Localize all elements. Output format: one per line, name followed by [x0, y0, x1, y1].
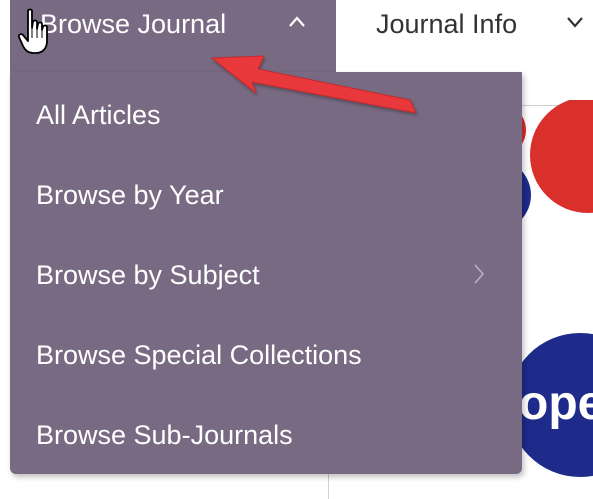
- menu-item-label: Browse by Subject: [36, 260, 260, 290]
- nav-journal-info[interactable]: Journal Info: [336, 0, 593, 76]
- partial-logo-text: ope: [519, 377, 593, 430]
- nav-journal-info-label: Journal Info: [376, 9, 518, 39]
- menu-item-label: Browse Sub-Journals: [36, 420, 293, 450]
- menu-item-browse-by-subject[interactable]: Browse by Subject: [10, 235, 522, 315]
- page-divider-vertical: [328, 470, 329, 499]
- menu-item-label: All Articles: [36, 100, 161, 130]
- menu-item-all-articles[interactable]: All Articles: [10, 75, 522, 155]
- menu-item-browse-sub-journals[interactable]: Browse Sub-Journals: [10, 395, 522, 474]
- browse-journal-dropdown: All Articles Browse by Year Browse by Su…: [10, 72, 522, 474]
- hand-pointer-icon: [18, 8, 48, 54]
- nav-browse-journal-label: Browse Journal: [40, 9, 227, 39]
- chevron-right-icon: [474, 264, 485, 284]
- chevron-down-icon: [567, 17, 583, 28]
- nav-browse-journal[interactable]: Browse Journal: [10, 0, 336, 72]
- chevron-up-icon: [289, 16, 305, 27]
- menu-item-label: Browse by Year: [36, 180, 224, 210]
- menu-item-browse-by-year[interactable]: Browse by Year: [10, 155, 522, 235]
- menu-item-browse-special-collections[interactable]: Browse Special Collections: [10, 315, 522, 395]
- menu-item-label: Browse Special Collections: [36, 340, 362, 370]
